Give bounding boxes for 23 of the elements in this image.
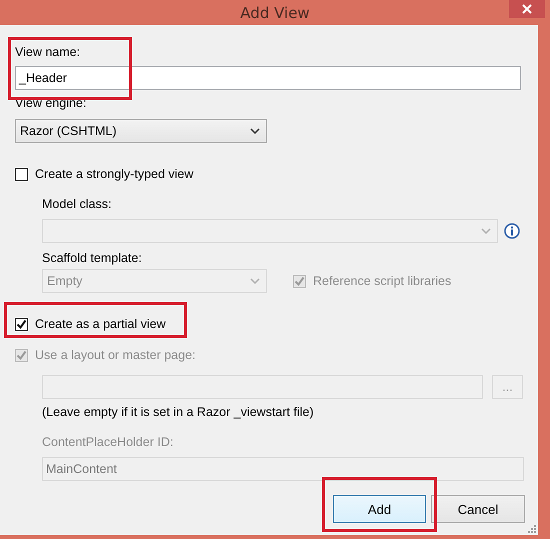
view-engine-dropdown[interactable]: Razor (CSHTML) [15, 119, 267, 143]
checkbox-label: Use a layout or master page: [35, 348, 196, 363]
field-label: Model class: [42, 197, 112, 212]
field-label: Scaffold template: [42, 251, 142, 266]
field-label: View name: [15, 45, 80, 60]
info-icon[interactable] [504, 223, 520, 239]
resize-grip-icon[interactable] [527, 524, 536, 533]
dialog-button[interactable]: Cancel [431, 495, 525, 523]
view-name-field[interactable]: _Header [15, 66, 521, 90]
chevron-down-icon [250, 128, 260, 134]
close-button[interactable] [509, 0, 545, 18]
chevron-down-icon [250, 278, 260, 284]
checkbox-label: Create as a partial view [35, 317, 166, 332]
checkbox[interactable] [15, 168, 28, 181]
dialog-button[interactable]: Add [333, 495, 426, 523]
checkbox-label: Create a strongly-typed view [35, 167, 194, 182]
window-title: Add View [240, 4, 310, 22]
hint-text: (Leave empty if it is set in a Razor _viewstart file) [42, 405, 314, 420]
chevron-down-icon [481, 228, 491, 234]
close-icon [522, 4, 532, 14]
checkbox[interactable] [15, 318, 28, 331]
checkbox-label: Reference script libraries [313, 274, 452, 288]
field-label: ContentPlaceHolder ID: [42, 435, 174, 450]
